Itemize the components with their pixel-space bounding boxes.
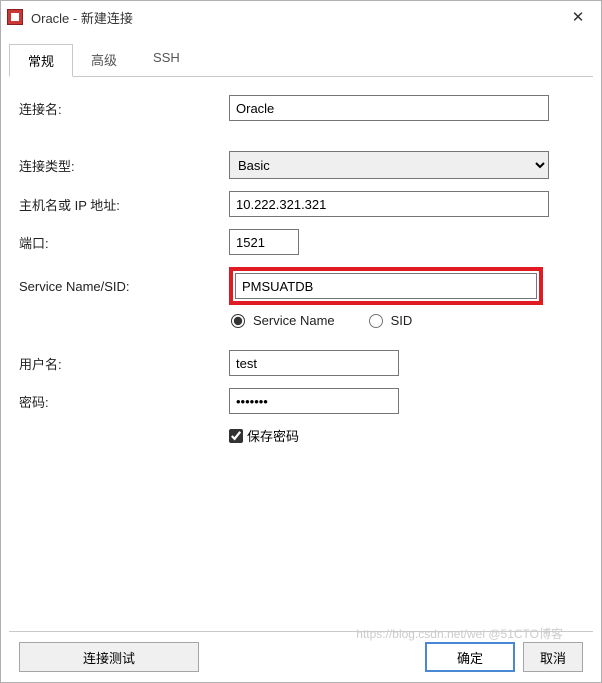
tab-general[interactable]: 常规 [9,44,73,77]
radio-sid-input[interactable] [369,314,383,328]
label-host: 主机名或 IP 地址: [19,195,229,214]
form-area: 连接名: 连接类型: Basic 主机名或 IP 地址: [9,95,593,631]
tab-ssh[interactable]: SSH [135,44,198,77]
row-service-sid: Service Name/SID: [19,267,585,305]
save-password-label: 保存密码 [247,426,299,445]
save-password-checkbox[interactable]: 保存密码 [229,426,585,445]
row-port: 端口: [19,229,585,255]
content-area: 常规 高级 SSH 连接名: 连接类型: Basic 主机名或 IP [1,33,601,682]
close-button[interactable]: ✕ [555,1,601,33]
cancel-button[interactable]: 取消 [523,642,583,672]
service-sid-input[interactable] [235,273,537,299]
label-port: 端口: [19,233,229,252]
label-password: 密码: [19,392,229,411]
tab-bar: 常规 高级 SSH [9,43,593,77]
row-host: 主机名或 IP 地址: [19,191,585,217]
connection-name-input[interactable] [229,95,549,121]
button-bar: 连接测试 确定 取消 https://blog.csdn.net/wei @51… [9,631,593,682]
port-input[interactable] [229,229,299,255]
row-save-password: 保存密码 [19,426,585,445]
test-connection-button[interactable]: 连接测试 [19,642,199,672]
row-connection-type: 连接类型: Basic [19,151,585,179]
close-icon: ✕ [572,8,585,26]
radio-sid-label: SID [391,313,413,328]
title-bar: Oracle - 新建连接 ✕ [1,1,601,33]
service-sid-highlight [229,267,543,305]
dialog-window: Oracle - 新建连接 ✕ 常规 高级 SSH 连接名: 连接类型: Bas… [0,0,602,683]
connection-type-select[interactable]: Basic [229,151,549,179]
host-input[interactable] [229,191,549,217]
label-connection-type: 连接类型: [19,156,229,175]
radio-service-name[interactable]: Service Name [231,313,335,328]
row-service-sid-radio: Service Name SID [19,307,585,328]
ok-button[interactable]: 确定 [425,642,515,672]
password-input[interactable] [229,388,399,414]
radio-service-name-input[interactable] [231,314,245,328]
radio-sid[interactable]: SID [369,313,413,328]
app-icon [7,9,23,25]
label-username: 用户名: [19,354,229,373]
label-service-sid: Service Name/SID: [19,279,229,294]
username-input[interactable] [229,350,399,376]
row-connection-name: 连接名: [19,95,585,121]
label-connection-name: 连接名: [19,99,229,118]
radio-service-name-label: Service Name [253,313,335,328]
row-username: 用户名: [19,350,585,376]
row-password: 密码: [19,388,585,414]
tab-advanced[interactable]: 高级 [73,44,135,77]
window-title: Oracle - 新建连接 [31,8,555,27]
save-password-input[interactable] [229,429,243,443]
